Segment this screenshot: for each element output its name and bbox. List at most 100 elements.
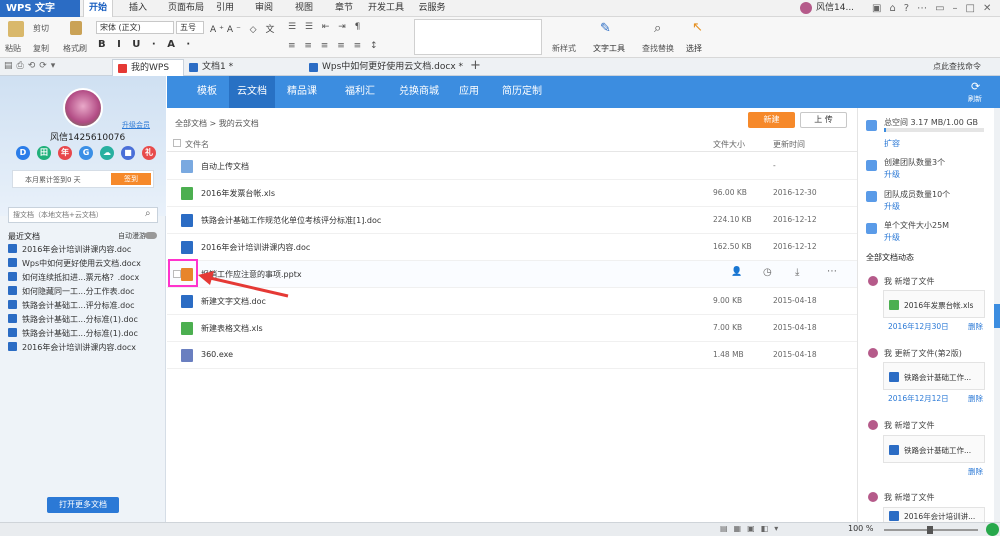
recent-item[interactable]: 2016年会计培训讲课内容.docx xyxy=(8,341,136,355)
feed-file-card[interactable]: 铁路会计基础工作... xyxy=(883,362,985,390)
nav-courses[interactable]: 精品课 xyxy=(279,76,325,108)
upload-button[interactable]: 上 传 xyxy=(800,112,847,128)
recent-item[interactable]: 如何连续抵扣进...票元格？.docx xyxy=(8,271,139,285)
tab-cloud-doc[interactable]: Wps中如何更好使用云文档.docx * xyxy=(304,59,464,76)
feed-delete-link[interactable]: 删除 xyxy=(968,466,983,477)
table-row[interactable]: 自动上传文档 - xyxy=(167,153,857,180)
table-row[interactable]: 铁路会计基础工作规范化单位考核评分标准[1].doc 224.10 KB 201… xyxy=(167,207,857,234)
tab-doc1[interactable]: 文档1 * xyxy=(184,59,304,76)
font-size-buttons[interactable]: A⁺A⁻ ◇ 文 xyxy=(210,22,277,35)
format-buttons[interactable]: B I U · A · xyxy=(98,39,194,50)
view-mode-icons[interactable]: ▤▦▣◧▾ xyxy=(720,524,784,533)
quick-search[interactable]: 点此查找命令 xyxy=(933,61,981,72)
expand-link[interactable]: 扩容 xyxy=(884,138,900,149)
find-replace-icon[interactable]: ⌕ xyxy=(654,21,661,36)
header-time[interactable]: 更新时间 xyxy=(773,139,805,150)
feed-file-card[interactable]: 2016年会计培训讲... xyxy=(883,507,985,522)
nav-welfare[interactable]: 福利汇 xyxy=(337,76,383,108)
menu-devtools[interactable]: 开发工具 xyxy=(366,0,406,17)
share-icon[interactable]: 👤 xyxy=(731,267,742,277)
header-size[interactable]: 文件大小 xyxy=(713,139,745,150)
find-replace-button[interactable]: 查找替换 xyxy=(642,43,674,54)
wps-logo[interactable]: WPS 文字 xyxy=(0,0,80,17)
format-brush-icon[interactable] xyxy=(70,21,82,35)
vertical-scrollbar[interactable] xyxy=(994,108,1000,522)
recent-item[interactable]: 如何隐藏同一工...分工作表.doc xyxy=(8,285,135,299)
scroll-handle[interactable] xyxy=(994,304,1000,328)
download-icon[interactable]: ⤓ xyxy=(795,267,799,278)
upgrade-teams-link[interactable]: 升级 xyxy=(884,169,900,180)
auto-roam-toggle[interactable] xyxy=(145,232,157,239)
nav-exchange-mall[interactable]: 兑换商城 xyxy=(389,76,449,108)
menu-reference[interactable]: 引用 xyxy=(213,0,237,17)
more-icon[interactable]: ⋯ xyxy=(827,266,837,277)
format-brush-button[interactable]: 格式刷 xyxy=(63,43,87,54)
select-all-checkbox[interactable] xyxy=(173,139,181,147)
signin-button[interactable]: 签到 xyxy=(111,173,151,185)
user-avatar[interactable] xyxy=(63,88,103,128)
font-name-select[interactable]: 宋体 (正文) xyxy=(96,21,174,34)
select-button[interactable]: 选择 xyxy=(686,43,702,54)
user-name-top[interactable]: 风信14... xyxy=(816,0,854,17)
menu-cloud[interactable]: 云服务 xyxy=(414,0,450,17)
breadcrumb[interactable]: 全部文档 > 我的云文档 xyxy=(175,118,259,129)
nav-templates[interactable]: 模板 xyxy=(189,76,225,108)
service-icon-5[interactable]: ■ xyxy=(121,146,135,160)
paste-icon[interactable] xyxy=(8,21,24,37)
service-icon-1[interactable]: 田 xyxy=(37,146,51,160)
menu-chapter[interactable]: 章节 xyxy=(332,0,356,17)
recent-item[interactable]: 2016年会计培训讲课内容.doc xyxy=(8,243,131,257)
menu-layout[interactable]: 页面布局 xyxy=(162,0,210,17)
search-input[interactable] xyxy=(8,207,158,223)
recent-item[interactable]: Wps中如何更好使用云文档.docx xyxy=(8,257,141,271)
recent-item[interactable]: 铁路会计基础工...评分标准.doc xyxy=(8,299,135,313)
menu-review[interactable]: 审阅 xyxy=(252,0,276,17)
nav-cloud-docs[interactable]: 云文档 xyxy=(229,76,275,108)
font-size-select[interactable]: 五号 xyxy=(176,21,204,34)
copy-button[interactable]: 复制 xyxy=(33,43,49,54)
select-icon[interactable]: ↖ xyxy=(692,20,703,35)
new-style-button[interactable]: 新样式 xyxy=(552,43,576,54)
quick-access-icons[interactable]: ▤⎙⟲⟳▾ xyxy=(4,61,59,71)
table-row[interactable]: 360.exe 1.48 MB 2015-04-18 xyxy=(167,342,857,369)
feed-file-card[interactable]: 铁路会计基础工作... xyxy=(883,435,985,463)
paste-button[interactable]: 粘贴 xyxy=(5,43,21,54)
search-icon[interactable]: ⌕ xyxy=(145,208,151,219)
align-buttons[interactable]: ≡ ≡ ≡ ≡ ≡ ↕ xyxy=(288,41,381,51)
recent-item[interactable]: 铁路会计基础工...分标准(1).doc xyxy=(8,313,138,327)
paragraph-buttons[interactable]: ☰ ☰ ⇤ ⇥ ¶ xyxy=(288,22,363,32)
upgrade-member-link[interactable]: 升级会员 xyxy=(122,120,150,130)
user-avatar-small[interactable] xyxy=(800,2,812,14)
new-button[interactable]: 新建 xyxy=(748,112,795,128)
recent-item[interactable]: 铁路会计基础工...分标准(1).doc xyxy=(8,327,138,341)
upgrade-members-link[interactable]: 升级 xyxy=(884,201,900,212)
feed-file-card[interactable]: 2016年发票台帐.xls xyxy=(883,290,985,318)
new-tab-button[interactable]: + xyxy=(470,58,481,73)
header-name[interactable]: 文件名 xyxy=(185,139,209,150)
table-row[interactable]: 2016年发票台帐.xls 96.00 KB 2016-12-30 xyxy=(167,180,857,207)
service-icon-4[interactable]: ☁ xyxy=(100,146,114,160)
status-app-icon[interactable] xyxy=(986,523,999,536)
tab-my-wps[interactable]: 我的WPS xyxy=(112,59,184,76)
refresh-label[interactable]: 刷新 xyxy=(968,94,982,104)
text-tools-icon[interactable]: ✎ xyxy=(600,21,611,36)
service-icon-6[interactable]: 礼 xyxy=(142,146,156,160)
zoom-slider-handle[interactable] xyxy=(927,526,933,534)
menu-start[interactable]: 开始 xyxy=(83,0,113,17)
table-row[interactable]: 新建表格文档.xls 7.00 KB 2015-04-18 xyxy=(167,315,857,342)
service-icon-0[interactable]: D xyxy=(16,146,30,160)
service-icon-3[interactable]: G xyxy=(79,146,93,160)
open-more-docs-button[interactable]: 打开更多文档 xyxy=(47,497,119,513)
history-icon[interactable]: ◷ xyxy=(763,267,772,278)
refresh-icon[interactable]: ⟳ xyxy=(971,80,980,93)
nav-apps[interactable]: 应用 xyxy=(451,76,487,108)
feed-delete-link[interactable]: 删除 xyxy=(968,321,983,332)
text-tools-button[interactable]: 文字工具 xyxy=(593,43,625,54)
cut-button[interactable]: 剪切 xyxy=(33,23,49,34)
menu-view[interactable]: 视图 xyxy=(292,0,316,17)
nav-resume[interactable]: 简历定制 xyxy=(493,76,551,108)
table-row[interactable]: 2016年会计培训讲课内容.doc 162.50 KB 2016-12-12 xyxy=(167,234,857,261)
feed-delete-link[interactable]: 删除 xyxy=(968,393,983,404)
menu-insert[interactable]: 插入 xyxy=(124,0,152,17)
upgrade-size-link[interactable]: 升级 xyxy=(884,232,900,243)
